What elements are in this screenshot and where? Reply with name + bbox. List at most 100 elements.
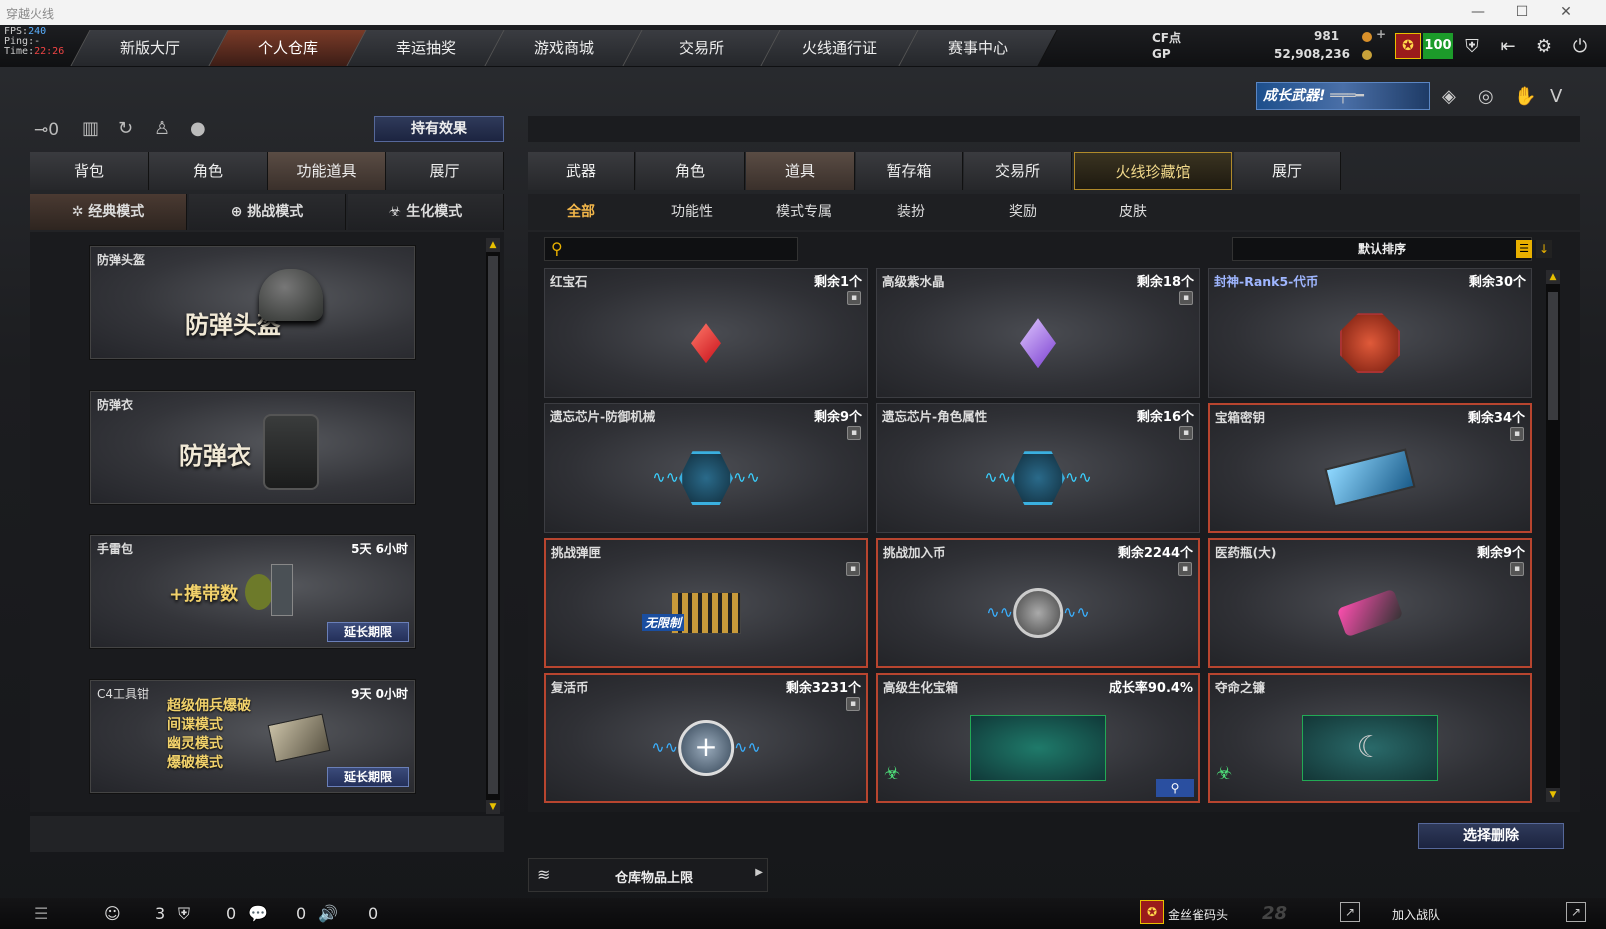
item-card[interactable]: 红宝石 剩余1个 ▪ — [544, 268, 868, 398]
gp-coin-icon — [1362, 50, 1372, 60]
subtab-skin[interactable]: 皮肤 — [1100, 194, 1166, 230]
storage-limit-bar[interactable]: ≋ 仓库物品上限 ▶ — [528, 858, 768, 892]
subtab-functional[interactable]: 功能性 — [656, 194, 728, 230]
item-card[interactable]: 挑战加入币 剩余2244个 ▪ ∿∿ ∿∿ — [876, 538, 1200, 668]
globe-icon[interactable]: ◎ — [1478, 86, 1494, 107]
item-card[interactable]: 宝箱密钥 剩余34个 ▪ — [1208, 403, 1532, 533]
extend-button[interactable]: 延长期限 — [327, 622, 409, 642]
subtab-outfit[interactable]: 装扮 — [878, 194, 944, 230]
left-item-c4-pliers[interactable]: C4工具钳 9天 0小时 超级佣兵爆破 间谍模式 幽灵模式 爆破模式 延长期限 — [90, 680, 415, 793]
hand-icon[interactable]: ✋ — [1514, 86, 1536, 107]
search-box[interactable]: ⚲ — [544, 237, 798, 261]
subtab-reward[interactable]: 奖励 — [990, 194, 1056, 230]
left-scrollbar[interactable]: ▲ ▼ — [486, 238, 500, 814]
lock-icon[interactable]: ▪ — [1179, 291, 1193, 305]
left-tab-functional-items[interactable]: 功能道具 — [268, 152, 386, 190]
item-card[interactable]: 医药瓶(大) 剩余9个 ▪ — [1208, 538, 1532, 668]
lock-icon[interactable]: ▪ — [1178, 562, 1192, 576]
speaker-icon[interactable]: 🔊 — [318, 904, 338, 923]
right-tab-character[interactable]: 角色 — [636, 152, 745, 190]
right-tab-hall[interactable]: 展厅 — [1234, 152, 1341, 190]
item-card[interactable]: 遗忘芯片-角色属性 剩余16个 ▪ ∿∿ ∿∿ — [876, 403, 1200, 533]
item-card[interactable]: 复活币 剩余3231个 ▪ ∿∿ + ∿∿ — [544, 673, 868, 803]
lock-icon[interactable]: ▪ — [1179, 426, 1193, 440]
maximize-button[interactable]: ☐ — [1500, 0, 1544, 25]
crest-icon[interactable]: ◈ — [1442, 86, 1456, 107]
item-card[interactable]: 高级生化宝箱 成长率90.4% ☣ ⚲ — [876, 673, 1200, 803]
friends-icon[interactable]: ☺ — [104, 904, 121, 923]
scroll-down-icon[interactable]: ▼ — [1546, 788, 1560, 802]
item-card[interactable]: 遗忘芯片-防御机械 剩余9个 ▪ ∿∿ ∿∿ — [544, 403, 868, 533]
gear-icon[interactable]: ⚙ — [1530, 33, 1558, 61]
right-tab-weapons[interactable]: 武器 — [528, 152, 635, 190]
chat-icon[interactable]: 💬 — [248, 904, 268, 923]
lock-icon[interactable]: ▪ — [846, 697, 860, 711]
right-tab-storage[interactable]: 暂存箱 — [856, 152, 963, 190]
growth-weapon-banner[interactable]: 成长武器! ═╤═━ — [1256, 82, 1430, 110]
refresh-icon[interactable]: ↻ — [118, 118, 133, 139]
shield-icon[interactable]: ⛨ — [1458, 33, 1486, 61]
open-team-icon[interactable]: ↗ — [1566, 902, 1586, 922]
stats-icon[interactable]: ▥ — [82, 118, 99, 139]
left-tab-character[interactable]: 角色 — [149, 152, 268, 190]
cf-label: CF点 — [1152, 31, 1182, 45]
grenade-icon[interactable]: ● — [190, 118, 206, 139]
open-link-icon[interactable]: ↗ — [1340, 902, 1360, 922]
subtab-all[interactable]: 全部 — [548, 194, 614, 230]
lock-icon[interactable]: ▪ — [847, 426, 861, 440]
right-tab-exchange[interactable]: 交易所 — [964, 152, 1072, 190]
item-card[interactable]: 夺命之镰 ☾ ☣ — [1208, 673, 1532, 803]
guard-icon[interactable]: ⛨ — [178, 904, 190, 924]
lock-icon[interactable]: ▪ — [1510, 427, 1524, 441]
exit-door-icon[interactable]: ⇤ — [1494, 33, 1522, 61]
subtab-mode-exclusive[interactable]: 模式专属 — [764, 194, 844, 230]
sort-dropdown[interactable]: 默认排序 — [1232, 237, 1532, 261]
scroll-up-icon[interactable]: ▲ — [486, 238, 500, 252]
nav-tab-events[interactable]: 赛事中心 — [898, 30, 1058, 66]
item-card[interactable]: 挑战弹匣 ▪ 无限制 — [544, 538, 868, 668]
lock-icon[interactable]: ▪ — [1510, 562, 1524, 576]
right-tab-collection[interactable]: 火线珍藏馆 — [1074, 152, 1232, 190]
nav-tab-lobby[interactable]: 新版大厅 — [70, 30, 230, 66]
join-team-label[interactable]: 加入战队 — [1392, 906, 1440, 923]
minimize-button[interactable]: — — [1456, 0, 1500, 25]
character-icon[interactable]: ♙ — [154, 118, 170, 139]
mode-tab-biochem[interactable]: ☣ 生化模式 — [348, 194, 504, 230]
lock-icon[interactable]: ▪ — [847, 291, 861, 305]
item-card[interactable]: 高级紫水晶 剩余18个 ▪ — [876, 268, 1200, 398]
menu-list-icon[interactable]: ☰ — [34, 904, 48, 923]
left-item-helmet[interactable]: 防弹头盔 防弹头盔 — [90, 246, 415, 359]
select-delete-button[interactable]: 选择删除 — [1418, 823, 1564, 849]
nav-tab-pass[interactable]: 火线通行证 — [760, 30, 920, 66]
scroll-down-icon[interactable]: ▼ — [486, 800, 500, 814]
extend-button[interactable]: 延长期限 — [327, 767, 409, 787]
scroll-thumb[interactable] — [1548, 292, 1558, 420]
search-input[interactable] — [571, 240, 793, 258]
nav-tab-shop[interactable]: 游戏商城 — [484, 30, 644, 66]
left-tab-hall[interactable]: 展厅 — [386, 152, 504, 190]
right-scrollbar[interactable]: ▲ ▼ — [1546, 270, 1560, 802]
nav-tab-exchange[interactable]: 交易所 — [622, 30, 782, 66]
list-view-icon[interactable]: ☰ — [1516, 240, 1532, 258]
sort-order-icon[interactable]: ↓ — [1536, 240, 1552, 258]
left-item-grenade-pack[interactable]: 手雷包 5天 6小时 +携带数 延长期限 — [90, 535, 415, 648]
v-logo-icon[interactable]: V — [1550, 86, 1562, 107]
rank-badge-icon[interactable]: ✪ — [1395, 33, 1421, 59]
power-icon[interactable]: ⏻ — [1566, 33, 1594, 61]
close-button[interactable]: ✕ — [1544, 0, 1588, 25]
scroll-thumb[interactable] — [488, 256, 498, 794]
mode-tab-challenge[interactable]: ⊕ 挑战模式 — [189, 194, 346, 230]
left-item-vest[interactable]: 防弹衣 防弹衣 — [90, 391, 415, 504]
preview-search-icon[interactable]: ⚲ — [1156, 779, 1194, 797]
nav-tab-lottery[interactable]: 幸运抽奖 — [346, 30, 506, 66]
scroll-up-icon[interactable]: ▲ — [1546, 270, 1560, 284]
item-card[interactable]: 封神-Rank5-代币 剩余30个 — [1208, 268, 1532, 398]
mode-tab-classic[interactable]: ✲ 经典模式 — [30, 194, 187, 230]
holding-effect-button[interactable]: 持有效果 — [374, 116, 504, 142]
key-icon[interactable]: ⊸0 — [34, 120, 59, 140]
add-icon[interactable]: + — [1376, 27, 1386, 41]
left-tab-bag[interactable]: 背包 — [30, 152, 149, 190]
nav-tab-warehouse[interactable]: 个人仓库 — [208, 30, 368, 66]
lock-icon[interactable]: ▪ — [846, 562, 860, 576]
right-tab-items[interactable]: 道具 — [746, 152, 855, 190]
